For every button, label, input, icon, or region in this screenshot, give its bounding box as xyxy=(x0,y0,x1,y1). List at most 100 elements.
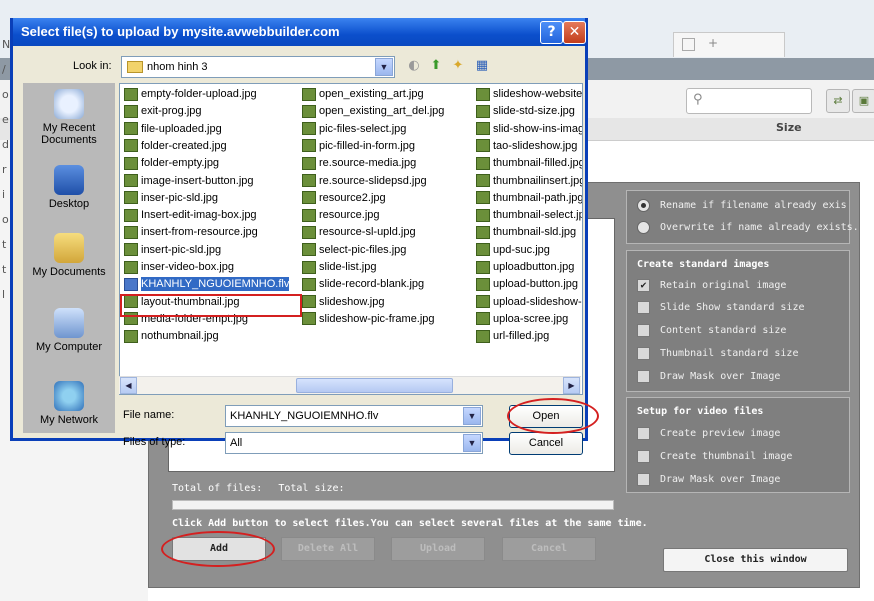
file-item[interactable]: Insert-edit-imag-box.jpg xyxy=(124,208,257,222)
refresh-icon[interactable]: ⇄ xyxy=(826,89,850,113)
scroll-left-icon[interactable]: ◀ xyxy=(120,377,137,394)
dialog-title[interactable]: Select file(s) to upload by mysite.avweb… xyxy=(13,18,585,46)
cancel-upload-button[interactable]: Cancel xyxy=(502,537,596,561)
video-draw-mask-checkbox[interactable]: Draw Mask over Image xyxy=(637,473,780,486)
look-in-select[interactable]: nhom hinh 3 ▼ xyxy=(121,56,395,78)
close-icon[interactable]: ✕ xyxy=(563,21,586,44)
file-item[interactable]: slideshow-pic-frame.jpg xyxy=(302,312,435,326)
content-size-checkbox[interactable]: Content standard size xyxy=(637,324,786,337)
file-item[interactable]: upload-button.jpg xyxy=(476,277,578,291)
new-folder-icon[interactable]: ✦ xyxy=(449,58,467,74)
checkbox-icon[interactable] xyxy=(637,370,650,383)
file-item[interactable]: open_existing_art_del.jpg xyxy=(302,104,444,118)
chevron-down-icon[interactable]: ▼ xyxy=(463,407,481,425)
close-window-button[interactable]: Close this window xyxy=(663,548,848,572)
left-panel-letter: t xyxy=(2,238,7,251)
file-item[interactable]: KHANHLY_NGUOIEMNHO.flv xyxy=(124,277,290,292)
image-file-icon xyxy=(476,191,490,205)
file-item[interactable]: uploadbutton.jpg xyxy=(476,260,574,274)
file-item[interactable]: open_existing_art.jpg xyxy=(302,87,424,101)
file-item[interactable]: insert-pic-sld.jpg xyxy=(124,243,221,257)
file-item[interactable]: thumbnail-select.jp xyxy=(476,208,582,222)
file-item[interactable]: tao-slideshow.jpg xyxy=(476,139,577,153)
chevron-down-icon[interactable]: ▼ xyxy=(463,434,481,452)
scroll-right-icon[interactable]: ▶ xyxy=(563,377,580,394)
file-item[interactable]: inser-pic-sld.jpg xyxy=(124,191,218,205)
overwrite-option[interactable]: Overwrite if name already exists. xyxy=(637,221,859,234)
places-my-network[interactable]: My Network xyxy=(23,381,115,426)
file-item[interactable]: resource-sl-upld.jpg xyxy=(302,225,416,239)
radio-icon[interactable] xyxy=(637,199,650,212)
file-item[interactable]: slide-record-blank.jpg xyxy=(302,277,424,291)
file-item[interactable]: pic-filled-in-form.jpg xyxy=(302,139,415,153)
file-item[interactable]: empty-folder-upload.jpg xyxy=(124,87,257,101)
file-item[interactable]: upd-suc.jpg xyxy=(476,243,550,257)
file-name: Insert-edit-imag-box.jpg xyxy=(141,209,257,222)
file-item[interactable]: folder-created.jpg xyxy=(124,139,227,153)
file-item[interactable]: re.source-media.jpg xyxy=(302,156,416,170)
upload-button[interactable]: Upload xyxy=(391,537,485,561)
file-item[interactable]: slideshow-website. xyxy=(476,87,582,101)
places-my-documents[interactable]: My Documents xyxy=(23,233,115,278)
size-column-header[interactable]: Size xyxy=(776,121,802,134)
file-item[interactable]: upload-slideshow-b xyxy=(476,295,582,309)
file-item[interactable]: thumbnail-filled.jpg xyxy=(476,156,582,170)
file-item[interactable]: slide-std-size.jpg xyxy=(476,104,575,118)
file-item[interactable]: uploa-scree.jpg xyxy=(476,312,568,326)
places-desktop[interactable]: Desktop xyxy=(23,165,115,210)
checkbox-icon[interactable] xyxy=(637,473,650,486)
file-item[interactable]: folder-empty.jpg xyxy=(124,156,219,170)
file-item[interactable]: select-pic-files.jpg xyxy=(302,243,406,257)
file-name: nothumbnail.jpg xyxy=(141,330,219,343)
file-item[interactable]: image-insert-button.jpg xyxy=(124,174,254,188)
file-item[interactable]: nothumbnail.jpg xyxy=(124,329,219,343)
checkbox-icon[interactable] xyxy=(637,347,650,360)
view-menu-icon[interactable]: ▦ xyxy=(473,58,491,74)
file-item[interactable]: pic-files-select.jpg xyxy=(302,122,406,136)
thumbnail-image-checkbox[interactable]: Create thumbnail image xyxy=(637,450,792,463)
checkbox-icon[interactable] xyxy=(637,427,650,440)
delete-all-button[interactable]: Delete All xyxy=(281,537,375,561)
places-recent[interactable]: My Recent Documents xyxy=(23,89,115,146)
thumbnail-size-checkbox[interactable]: Thumbnail standard size xyxy=(637,347,798,360)
file-item[interactable]: exit-prog.jpg xyxy=(124,104,202,118)
chevron-down-icon[interactable]: ▼ xyxy=(375,58,393,76)
file-item[interactable]: thumbnail-path.jpg xyxy=(476,191,582,205)
rename-option[interactable]: Rename if filename already exis xyxy=(637,199,847,212)
file-item[interactable]: resource.jpg xyxy=(302,208,380,222)
file-item[interactable]: inser-video-box.jpg xyxy=(124,260,234,274)
places-my-computer[interactable]: My Computer xyxy=(23,308,115,353)
help-icon[interactable]: ? xyxy=(540,21,563,44)
file-item[interactable]: slide-list.jpg xyxy=(302,260,376,274)
file-item[interactable]: slid-show-ins-image xyxy=(476,122,582,136)
open-highlight-circle xyxy=(507,398,599,434)
radio-icon[interactable] xyxy=(637,221,650,234)
cancel-button[interactable]: Cancel xyxy=(509,432,583,455)
file-item[interactable]: thumbnailinsert.jpg xyxy=(476,174,582,188)
search-input[interactable]: ⚲ xyxy=(686,88,812,114)
checkbox-icon[interactable] xyxy=(637,450,650,463)
checkbox-icon[interactable] xyxy=(637,324,650,337)
image-file-icon xyxy=(124,104,138,118)
browser-tab[interactable]: + xyxy=(673,32,785,57)
retain-original-checkbox[interactable]: ✔ Retain original image xyxy=(637,279,786,292)
folder-icon[interactable]: ▣ xyxy=(852,89,874,113)
slideshow-size-checkbox[interactable]: Slide Show standard size xyxy=(637,301,805,314)
scroll-thumb[interactable] xyxy=(296,378,453,393)
draw-mask-checkbox[interactable]: Draw Mask over Image xyxy=(637,370,780,383)
checkmark-icon[interactable]: ✔ xyxy=(637,279,650,292)
preview-image-checkbox[interactable]: Create preview image xyxy=(637,427,780,440)
file-item[interactable]: re.source-slidepsd.jpg xyxy=(302,174,427,188)
file-item[interactable]: resource2.jpg xyxy=(302,191,386,205)
file-type-select[interactable]: All ▼ xyxy=(225,432,483,454)
new-tab-icon[interactable]: + xyxy=(708,36,718,50)
file-name-input[interactable]: KHANHLY_NGUOIEMNHO.flv ▼ xyxy=(225,405,483,427)
file-item[interactable]: thumbnail-sld.jpg xyxy=(476,225,576,239)
checkbox-icon[interactable] xyxy=(637,301,650,314)
up-folder-icon[interactable]: ⬆ xyxy=(427,58,445,74)
file-item[interactable]: url-filled.jpg xyxy=(476,329,549,343)
file-item[interactable]: insert-from-resource.jpg xyxy=(124,225,258,239)
file-item[interactable]: slideshow.jpg xyxy=(302,295,384,309)
file-item[interactable]: file-uploaded.jpg xyxy=(124,122,222,136)
back-icon[interactable]: ◐ xyxy=(405,58,423,74)
